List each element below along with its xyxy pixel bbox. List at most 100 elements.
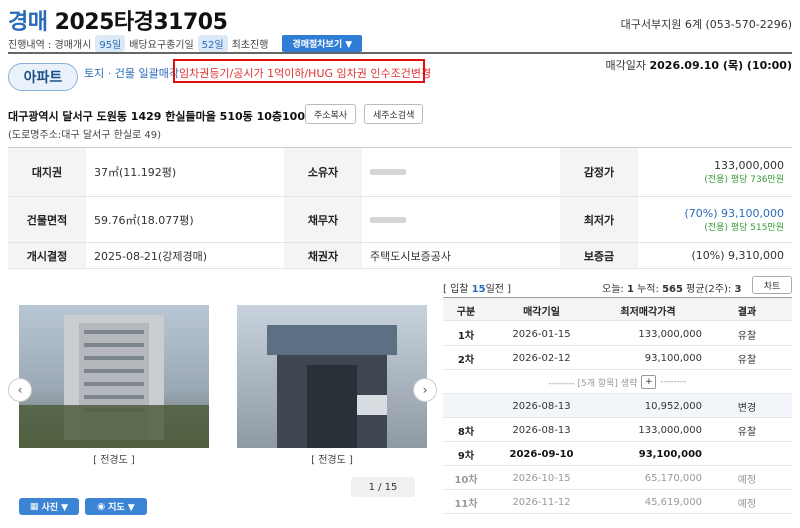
progress-label-start: 진행내역 : 경매개시 bbox=[8, 40, 92, 51]
copy-address-button[interactable]: 주소복사 bbox=[305, 104, 357, 124]
entrance-illustration bbox=[267, 325, 397, 448]
min-price-label: 최저가 bbox=[560, 197, 638, 242]
sale-date-value: 2026.09.10 (목) (10:00) bbox=[649, 59, 793, 72]
deposit-label: 보증금 bbox=[560, 243, 638, 268]
cell-result: 예정 bbox=[737, 498, 757, 510]
omit-text: -------- [5개 항목] 생략 bbox=[548, 378, 638, 389]
today-value: 1 bbox=[626, 284, 634, 295]
creditor-value: 주택도시보증공사 bbox=[370, 249, 451, 263]
cell-result bbox=[702, 442, 792, 466]
progress-label-dividend: 배당요구종기일 bbox=[129, 40, 194, 51]
photo-entrance[interactable] bbox=[237, 305, 427, 448]
table-row: 2026-08-13 10,952,000 변경 bbox=[443, 394, 792, 418]
cell-date: 2026-08-13 bbox=[512, 400, 571, 412]
progress-bar: 진행내역 : 경매개시 95일 배당요구종기일 52일 최초진행 경매절차보기 … bbox=[8, 35, 363, 52]
table-row-current: 9차 2026-09-10 93,100,000 bbox=[443, 442, 792, 466]
info-row: 개시결정 2025-08-21(강제경매) 채권자 주택도시보증공사 보증금 (… bbox=[8, 243, 792, 269]
appraisal-label: 감정가 bbox=[560, 148, 638, 196]
expand-plus-icon[interactable]: + bbox=[641, 375, 657, 389]
col-date: 매각기일 bbox=[523, 306, 560, 318]
photo-prev-icon[interactable]: ‹ bbox=[8, 378, 32, 402]
appraisal-sub: (전용) 평당 736만원 bbox=[704, 175, 784, 185]
photo-pager: 1 / 15 bbox=[351, 477, 415, 497]
info-row: 건물면적 59.76㎡(18.077평) 채무자 최저가 (70%) 93,10… bbox=[8, 197, 792, 243]
appraisal-cell: 133,000,000 (전용) 평당 736만원 bbox=[638, 148, 784, 196]
cell-round: 9차 bbox=[457, 450, 475, 462]
min-price-value: (70%) 93,100,000 bbox=[684, 206, 784, 220]
cell-date: 2026-10-15 bbox=[512, 472, 571, 484]
cell-round: 11차 bbox=[454, 498, 478, 510]
appraisal-value: 133,000,000 bbox=[714, 159, 784, 172]
table-row: 10차 2026-10-15 65,170,000 예정 bbox=[443, 466, 792, 490]
photo-next-icon[interactable]: › bbox=[413, 378, 437, 402]
col-price: 최저매각가격 bbox=[620, 306, 676, 318]
cell-date: 2026-09-10 bbox=[509, 448, 574, 460]
chart-button[interactable]: 차트 bbox=[752, 276, 792, 294]
progress-days-dividend: 52일 bbox=[197, 35, 228, 52]
cell-price: 65,170,000 bbox=[644, 472, 702, 484]
search-address-button[interactable]: 세주소검색 bbox=[364, 104, 424, 124]
cell-price: 10,952,000 bbox=[644, 400, 702, 412]
min-price-sub: (전용) 평당 515만원 bbox=[704, 222, 784, 233]
bid-countdown: [ 입찰 15일전 ] bbox=[443, 280, 511, 295]
cell-date: 2026-01-15 bbox=[512, 328, 571, 340]
photo-caption: [ 전경도 ] bbox=[311, 455, 353, 466]
view-stats: 오늘: 1 누적: 565 평균(2주): 3 bbox=[602, 280, 741, 295]
info-row: 대지권 37㎡(11.192평) 소유자 감정가 133,000,000 (전용… bbox=[8, 147, 792, 197]
table-header: 구분 매각기일 최저매각가격 결과 bbox=[443, 297, 792, 321]
grid-icon: ▦ bbox=[29, 501, 39, 512]
auction-procedure-button[interactable]: 경매절차보기 ▼ bbox=[282, 35, 363, 52]
min-price-cell: (70%) 93,100,000 (전용) 평당 515만원 bbox=[638, 197, 784, 242]
cell-result: 유찰 bbox=[737, 354, 757, 366]
land-value: 37㎡(11.192평) bbox=[94, 166, 177, 179]
cell-result: 변경 bbox=[737, 402, 757, 414]
table-row: 8차 2026-08-13 133,000,000 유찰 bbox=[443, 418, 792, 442]
cell-price: 133,000,000 bbox=[638, 328, 702, 340]
omit-dash: -------- bbox=[660, 377, 687, 387]
cell-round: 8차 bbox=[457, 426, 475, 438]
photo-button-label: 사진 ▼ bbox=[41, 503, 69, 513]
bid-days: 15 bbox=[471, 284, 486, 295]
cell-result: 유찰 bbox=[737, 426, 757, 438]
creditor-label: 채권자 bbox=[284, 243, 362, 268]
map-button-label: 지도 ▼ bbox=[108, 503, 135, 513]
omitted-rows: -------- [5개 항목] 생략 + -------- bbox=[443, 370, 792, 394]
cell-price: 93,100,000 bbox=[644, 352, 702, 364]
owner-label: 소유자 bbox=[284, 148, 362, 196]
cell-round: 10차 bbox=[454, 474, 478, 486]
col-result: 결과 bbox=[737, 306, 757, 318]
blurred-name bbox=[370, 169, 406, 175]
deposit-value: (10%) 9,310,000 bbox=[691, 249, 784, 262]
building-illustration bbox=[19, 315, 209, 448]
pin-icon: ◉ bbox=[97, 501, 106, 512]
highlight-box bbox=[173, 59, 425, 83]
sale-date-label: 매각일자 bbox=[605, 59, 646, 72]
avg-value: 3 bbox=[734, 284, 742, 295]
cell-price: 45,619,000 bbox=[644, 496, 702, 508]
court-info: 대구서부지원 6계 (053-570-2296) bbox=[620, 18, 792, 31]
cell-date: 2026-02-12 bbox=[512, 352, 571, 364]
photo-caption: [ 전경도 ] bbox=[93, 455, 135, 466]
owner-value bbox=[370, 148, 560, 196]
map-button[interactable]: ◉ 지도 ▼ bbox=[85, 498, 147, 515]
building-value: 59.76㎡(18.077평) bbox=[94, 213, 194, 227]
cell-date: 2026-08-13 bbox=[512, 424, 571, 436]
start-value: 2025-08-21(강제경매) bbox=[94, 249, 207, 263]
case-number: 2025타경31705 bbox=[54, 10, 228, 35]
bid-head-pre: [ 입찰 bbox=[443, 284, 472, 295]
category-badge: 아파트 bbox=[8, 63, 78, 91]
cell-date: 2026-11-12 bbox=[512, 496, 571, 508]
case-title: 경매 2025타경31705 bbox=[8, 4, 228, 36]
photo-button[interactable]: ▦ 사진 ▼ bbox=[19, 498, 79, 515]
blurred-name bbox=[370, 216, 406, 223]
road-address: (도로명주소:대구 달서구 한실로 49) bbox=[8, 130, 162, 141]
cell-round bbox=[443, 394, 489, 418]
total-label: 누적: bbox=[633, 284, 663, 295]
table-row: 1차 2026-01-15 133,000,000 유찰 bbox=[443, 322, 792, 346]
photo-building[interactable] bbox=[19, 305, 209, 448]
cell-result: 예정 bbox=[737, 474, 757, 486]
cell-round: 2차 bbox=[457, 354, 475, 366]
table-row: 2차 2026-02-12 93,100,000 유찰 bbox=[443, 346, 792, 370]
cell-price: 133,000,000 bbox=[638, 424, 702, 436]
tag-normal: 토지 · 건물 일괄매각 bbox=[84, 67, 179, 80]
